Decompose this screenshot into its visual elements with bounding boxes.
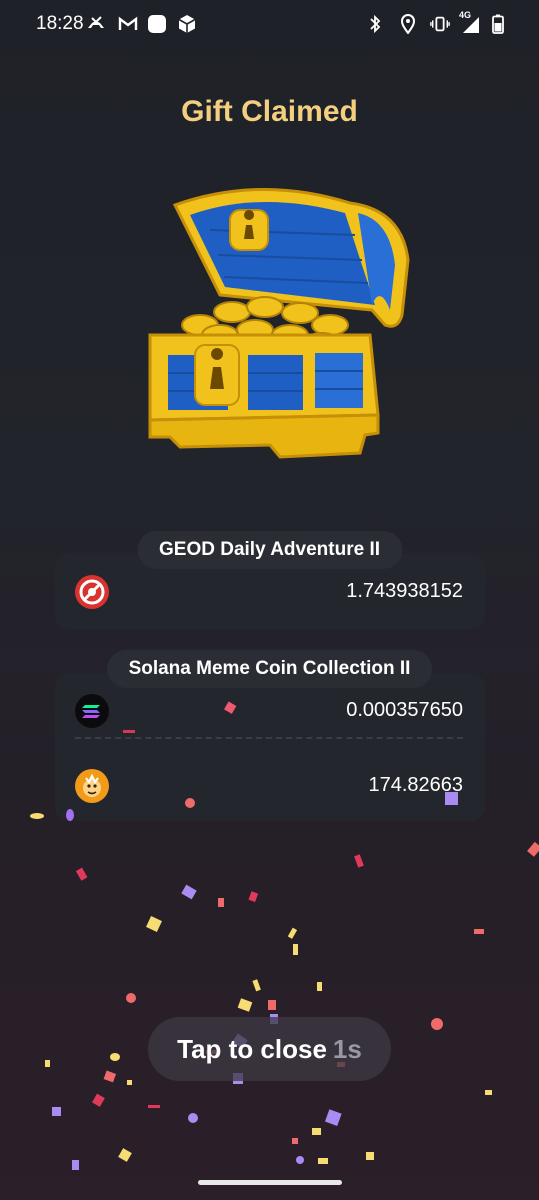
tap-to-close-button[interactable]: Tap to close 1s: [148, 1017, 391, 1081]
close-countdown: 1s: [332, 1033, 362, 1064]
home-gesture-bar[interactable]: [198, 1180, 342, 1185]
close-label: Tap to close: [177, 1033, 327, 1064]
